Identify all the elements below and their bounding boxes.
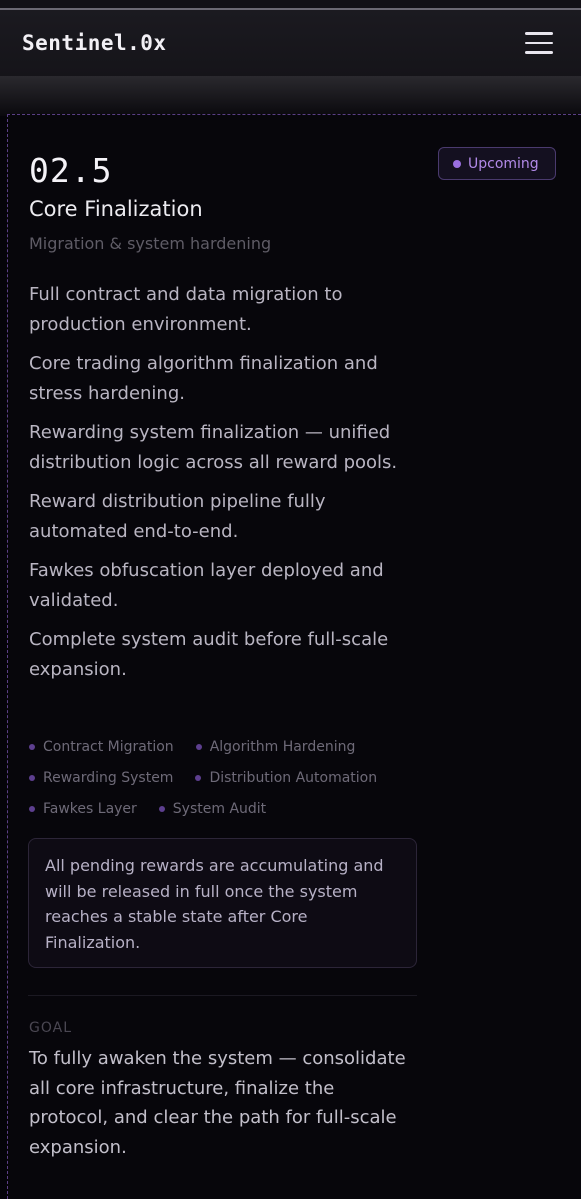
tag-dot-icon [29,743,35,750]
pending-rewards-notice: All pending rewards are accumulating and… [28,838,417,968]
tag-dot-icon [29,805,35,812]
goal-label: GOAL [29,1020,72,1036]
hamburger-menu-icon[interactable] [525,32,553,54]
status-label: Upcoming [468,155,539,172]
tag-dot-icon [158,805,165,812]
status-dot-icon [453,159,461,168]
tag-label: Contract Migration [43,738,174,755]
list-item: Rewarding system finalization — unified … [29,422,398,473]
list-item: Reward distribution pipeline fully autom… [29,491,326,542]
phase-number: 02.5 [29,151,113,190]
phase-items: Full contract and data migration to prod… [29,280,429,694]
divider [28,995,417,996]
phase-tags: Contract Migration Algorithm Hardening R… [29,731,429,824]
tag: Rewarding System [29,770,173,786]
tag-label: Fawkes Layer [43,800,137,817]
tag-label: Algorithm Hardening [209,738,356,755]
top-edge [0,0,581,10]
tag-dot-icon [195,774,202,781]
list-item: Core trading algorithm finalization and … [29,353,378,404]
navbar: Sentinel.0x [0,10,581,76]
tag: System Audit [158,800,267,817]
tag-dot-icon [195,743,202,750]
list-item: Complete system audit before full-scale … [29,629,389,680]
phase-subtitle: Migration & system hardening [29,234,272,253]
status-badge: Upcoming [438,147,556,180]
goal-text: To fully awaken the system — consolidate… [29,1048,406,1158]
header-shadow [0,76,581,116]
phase-title: Core Finalization [29,197,203,221]
list-item: Full contract and data migration to prod… [29,284,343,335]
tag: Contract Migration [29,739,174,755]
tag-dot-icon [29,774,35,781]
tag-label: Distribution Automation [209,769,378,786]
tag: Fawkes Layer [29,801,137,817]
roadmap-phase-card: 02.5 Upcoming Core Finalization Migratio… [7,114,581,1199]
brand-logo[interactable]: Sentinel.0x [22,31,167,55]
tag-label: Rewarding System [43,769,174,786]
tag-label: System Audit [172,800,267,817]
tag: Algorithm Hardening [195,738,356,755]
list-item: Fawkes obfuscation layer deployed and va… [29,560,384,611]
tag: Distribution Automation [195,770,377,786]
